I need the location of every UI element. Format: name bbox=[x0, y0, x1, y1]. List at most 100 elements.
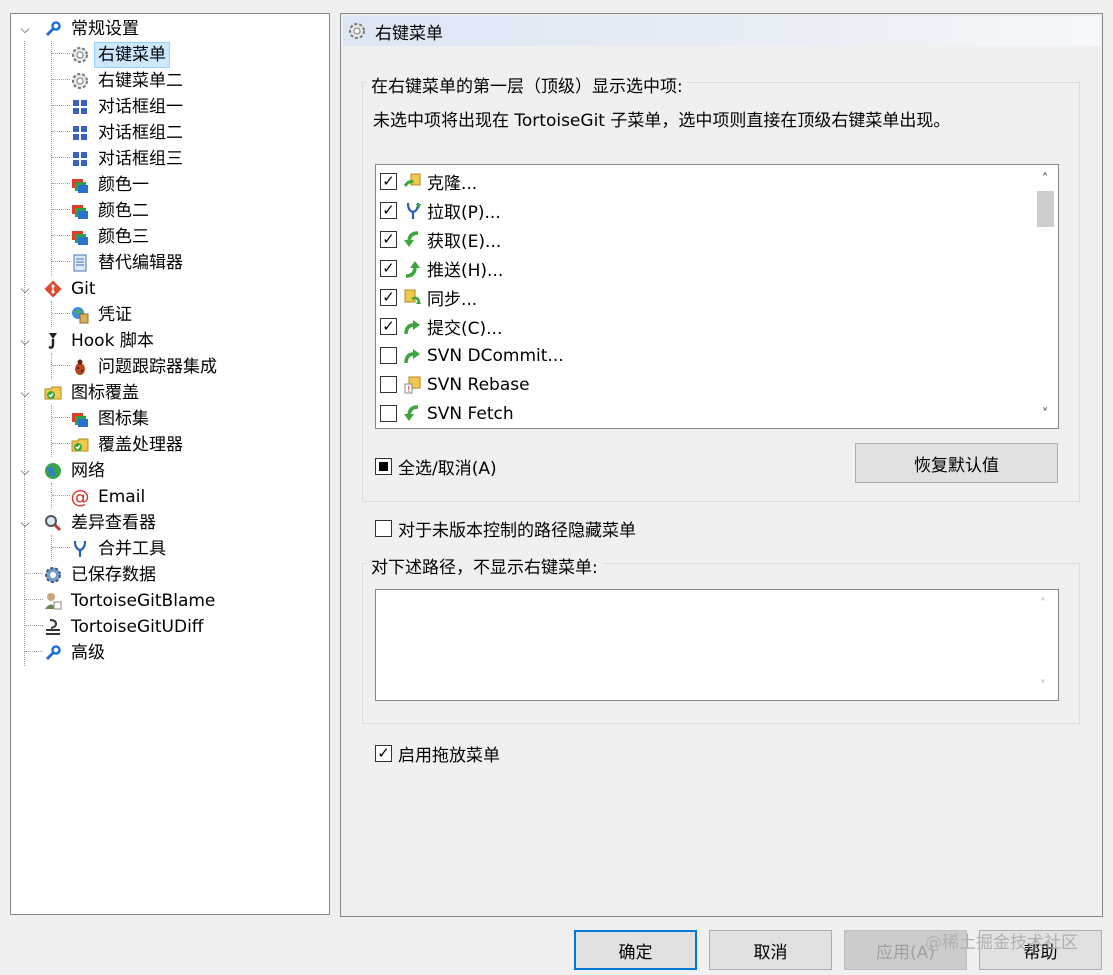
tree-item-label: 图标覆盖 bbox=[71, 383, 139, 403]
expander-hook[interactable]: ⌵ bbox=[18, 334, 32, 348]
tree-item-alt-editor[interactable]: 替代编辑器 bbox=[70, 250, 186, 276]
menu-item-checkbox[interactable]: ✓ bbox=[380, 260, 397, 277]
tree-item-label: 图标集 bbox=[98, 409, 149, 429]
tree-item-label: 颜色三 bbox=[98, 227, 149, 247]
tree-item-colors-2[interactable]: 颜色二 bbox=[70, 198, 152, 224]
cancel-button[interactable]: 取消 bbox=[709, 930, 832, 970]
tree-item-colors-3[interactable]: 颜色三 bbox=[70, 224, 152, 250]
restore-defaults-button[interactable]: 恢复默认值 bbox=[855, 443, 1058, 483]
tree-item-credentials[interactable]: 凭证 bbox=[70, 302, 135, 328]
expander-network[interactable]: ⌵ bbox=[18, 464, 32, 478]
tree-item-git[interactable]: Git bbox=[43, 276, 99, 302]
scroll-up-arrow[interactable]: ˄ bbox=[1032, 169, 1058, 189]
tree-item-diff-viewer[interactable]: 差异查看器 bbox=[43, 510, 159, 536]
page-title: 右键菜单 bbox=[375, 23, 443, 44]
tree-item-icon-overlays[interactable]: 图标覆盖 bbox=[43, 380, 142, 406]
udiff-icon bbox=[43, 617, 63, 637]
tree-item-context-menu-2[interactable]: 右键菜单二 bbox=[70, 68, 186, 94]
menu-item-row[interactable]: SVN Fetch bbox=[380, 399, 514, 428]
expander-general[interactable]: ⌵ bbox=[18, 22, 32, 36]
scroll-down-arrow[interactable]: ˅ bbox=[1032, 404, 1058, 424]
settings-page: 右键菜单 在右键菜单的第一层（顶级）显示选中项: 未选中项将出现在 Tortoi… bbox=[340, 13, 1103, 917]
tree-item-label: 右键菜单 bbox=[94, 42, 170, 68]
menu-item-row[interactable]: ✓ 提交(C)... bbox=[380, 312, 502, 341]
expander-diff[interactable]: ⌵ bbox=[18, 516, 32, 530]
color-window-icon bbox=[70, 175, 90, 195]
menu-item-row[interactable]: SVN DCommit... bbox=[380, 341, 564, 370]
menu-item-checkbox[interactable]: ✓ bbox=[380, 231, 397, 248]
menu-item-checkbox[interactable]: ✓ bbox=[380, 202, 397, 219]
scroll-down-arrow[interactable]: ˅ bbox=[1030, 676, 1056, 696]
tree-item-overlay-handlers[interactable]: 覆盖处理器 bbox=[70, 432, 186, 458]
menu-item-row[interactable]: ✓ 获取(E)... bbox=[380, 225, 501, 254]
credential-icon bbox=[70, 305, 90, 325]
checkbox-box[interactable] bbox=[375, 458, 392, 475]
tree-item-general[interactable]: 常规设置 bbox=[43, 16, 142, 42]
tree-item-hook-scripts[interactable]: Hook 脚本 bbox=[43, 328, 157, 354]
enable-drag-menu-label: 启用拖放菜单 bbox=[398, 746, 500, 766]
menu-item-row[interactable]: ✓ 推送(H)... bbox=[380, 254, 503, 283]
commit-icon bbox=[403, 346, 423, 366]
enable-drag-menu-checkbox[interactable]: ✓ 启用拖放菜单 bbox=[375, 741, 500, 766]
tree-item-label: 差异查看器 bbox=[71, 513, 156, 533]
tree-item-blame[interactable]: TortoiseGitBlame bbox=[43, 588, 218, 614]
top-level-items-description: 未选中项将出现在 TortoiseGit 子菜单，选中项则直接在顶级右键菜单出现… bbox=[373, 111, 951, 131]
select-all-checkbox[interactable]: 全选/取消(A) bbox=[375, 454, 497, 479]
menu-item-checkbox[interactable]: ✓ bbox=[380, 289, 397, 306]
color-window-icon bbox=[70, 227, 90, 247]
hide-unversioned-checkbox[interactable]: 对于未版本控制的路径隐藏菜单 bbox=[375, 516, 636, 541]
tree-item-label: 高级 bbox=[71, 643, 105, 663]
menu-item-label: SVN Fetch bbox=[427, 403, 514, 424]
tree-item-udiff[interactable]: TortoiseGitUDiff bbox=[43, 614, 207, 640]
expander-git[interactable]: ⌵ bbox=[18, 282, 32, 296]
tree-item-context-menu[interactable]: 右键菜单 bbox=[70, 42, 170, 68]
tree-item-dialogs-2[interactable]: 对话框组二 bbox=[70, 120, 186, 146]
tree-item-label: TortoiseGitBlame bbox=[71, 591, 216, 611]
menu-item-checkbox[interactable]: ✓ bbox=[380, 173, 397, 190]
list-scrollbar[interactable]: ˄ ˅ bbox=[1032, 165, 1058, 428]
exclude-paths-textarea[interactable]: ˄ ˅ bbox=[375, 589, 1059, 701]
checkbox-box[interactable] bbox=[375, 520, 392, 537]
settings-tree[interactable]: ⌵ 常规设置 右键菜单 右键菜单二 对话框组一 对话框组二 对话框组三 颜色一 … bbox=[10, 13, 330, 915]
menu-item-checkbox[interactable] bbox=[380, 376, 397, 393]
checkbox-box[interactable]: ✓ bbox=[375, 745, 392, 762]
svg-text:!: ! bbox=[407, 385, 410, 394]
menu-item-row[interactable]: ! SVN Rebase bbox=[380, 370, 530, 399]
tree-item-merge-tool[interactable]: 合并工具 bbox=[70, 536, 169, 562]
menu-item-checkbox[interactable]: ✓ bbox=[380, 318, 397, 335]
menu-item-label: 克隆... bbox=[427, 174, 478, 194]
tree-item-advanced[interactable]: 高级 bbox=[43, 640, 108, 666]
tree-item-colors-1[interactable]: 颜色一 bbox=[70, 172, 152, 198]
menu-item-row[interactable]: ✓ 拉取(P)... bbox=[380, 196, 501, 225]
ok-button[interactable]: 确定 bbox=[574, 930, 697, 970]
tree-item-label: Email bbox=[98, 487, 146, 507]
gear-icon bbox=[70, 45, 90, 65]
tree-item-email[interactable]: @ Email bbox=[70, 484, 148, 510]
tree-item-issue-tracker[interactable]: 问题跟踪器集成 bbox=[70, 354, 220, 380]
tree-item-label: TortoiseGitUDiff bbox=[71, 617, 204, 637]
tree-item-saved-data[interactable]: 已保存数据 bbox=[43, 562, 159, 588]
fetch-icon bbox=[403, 230, 423, 250]
pull-icon bbox=[403, 201, 423, 221]
scroll-up-arrow[interactable]: ˄ bbox=[1030, 594, 1056, 614]
menu-item-checkbox[interactable] bbox=[380, 347, 397, 364]
menu-item-label: 拉取(P)... bbox=[427, 203, 501, 223]
tree-item-dialogs-3[interactable]: 对话框组三 bbox=[70, 146, 186, 172]
menu-item-row[interactable]: ✓ 同步... bbox=[380, 283, 477, 312]
tree-item-dialogs-1[interactable]: 对话框组一 bbox=[70, 94, 186, 120]
expander-overlays[interactable]: ⌵ bbox=[18, 386, 32, 400]
tree-item-label: 合并工具 bbox=[98, 539, 166, 559]
tree-item-icon-set[interactable]: 图标集 bbox=[70, 406, 152, 432]
color-window-icon bbox=[70, 409, 90, 429]
exclude-paths-label: 对下述路径，不显示右键菜单: bbox=[367, 553, 602, 578]
scroll-thumb[interactable] bbox=[1037, 191, 1054, 227]
tree-item-label: 对话框组三 bbox=[98, 149, 183, 169]
menu-item-checkbox[interactable] bbox=[380, 405, 397, 422]
at-icon: @ bbox=[70, 486, 90, 508]
context-menu-item-list[interactable]: ✓ 克隆... ✓ 拉取(P)... ✓ 获取(E)... ✓ 推送(H)... ✓ 同步... ✓… bbox=[375, 164, 1059, 429]
gear-icon bbox=[347, 21, 367, 41]
wrench-icon bbox=[43, 19, 63, 39]
menu-item-label: 获取(E)... bbox=[427, 232, 502, 252]
menu-item-row[interactable]: ✓ 克隆... bbox=[380, 167, 477, 196]
tree-item-network[interactable]: 网络 bbox=[43, 458, 108, 484]
